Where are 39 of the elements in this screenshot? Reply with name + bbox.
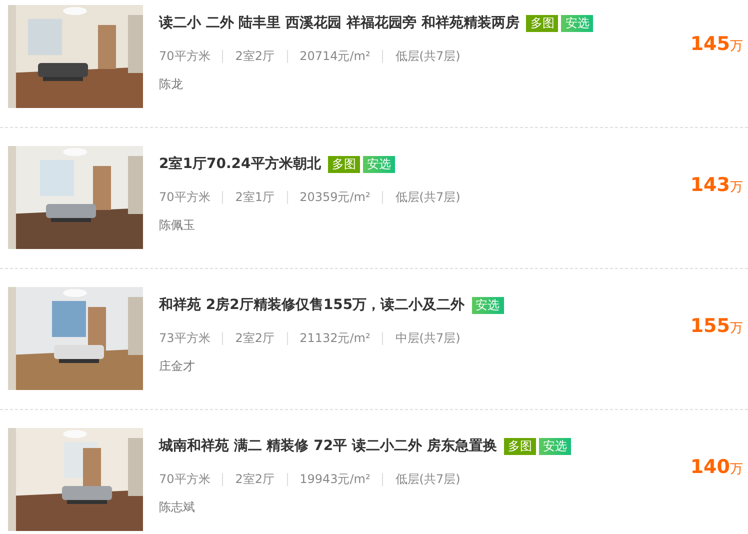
- photos-tag: 多图: [504, 438, 536, 454]
- price-value: 155: [690, 315, 730, 337]
- listing-stat: 19943元/m²: [300, 471, 370, 487]
- listing-title[interactable]: 城南和祥苑 满二 精装修 72平 读二小二外 房东急置换: [159, 436, 497, 456]
- listing-title[interactable]: 2室1厅70.24平方米朝北: [159, 154, 321, 174]
- price-value: 145: [690, 33, 730, 55]
- photos-tag: 多图: [526, 14, 558, 32]
- listing-stat: 中层(共7层): [395, 330, 460, 346]
- listing-stat: 低层(共7层): [395, 471, 460, 487]
- listing-stat: 低层(共7层): [395, 48, 460, 64]
- listing-stat: 2室1厅: [235, 189, 275, 205]
- price-unit: 万: [730, 38, 743, 55]
- listing-stat: 70平方米: [159, 48, 210, 64]
- agent-name: 陈龙: [159, 76, 184, 92]
- price-unit: 万: [730, 179, 743, 196]
- agent-name: 庄金才: [159, 358, 196, 374]
- listing-stat: 73平方米: [159, 330, 210, 346]
- verified-tag: 安选: [362, 156, 395, 172]
- listing-stat: 低层(共7层): [395, 189, 460, 205]
- verified-tag: 安选: [538, 438, 571, 454]
- price-unit: 万: [730, 461, 743, 478]
- listing-stat: 20359元/m²: [300, 189, 370, 205]
- price-value: 143: [690, 174, 730, 196]
- verified-tag: 安选: [472, 296, 504, 314]
- listing-title[interactable]: 和祥苑 2房2厅精装修仅售155万，读二小及二外: [159, 295, 465, 315]
- listing-stat: 2室2厅: [235, 471, 275, 487]
- listing-stat: 2室2厅: [235, 48, 275, 64]
- photos-tag: 多图: [328, 156, 360, 172]
- listing-stat: 70平方米: [159, 189, 210, 205]
- listing-stat: 21132元/m²: [300, 330, 370, 346]
- listing-stat: 20714元/m²: [300, 48, 370, 64]
- listing-title[interactable]: 读二小 二外 陆丰里 西溪花园 祥福花园旁 和祥苑精装两房: [159, 13, 520, 33]
- verified-tag: 安选: [561, 14, 594, 32]
- price-value: 140: [690, 456, 730, 478]
- agent-name: 陈佩玉: [159, 217, 196, 233]
- listing-stat: 2室2厅: [235, 330, 275, 346]
- listing-stat: 70平方米: [159, 471, 210, 487]
- price-unit: 万: [730, 320, 743, 337]
- agent-name: 陈志斌: [159, 499, 196, 515]
